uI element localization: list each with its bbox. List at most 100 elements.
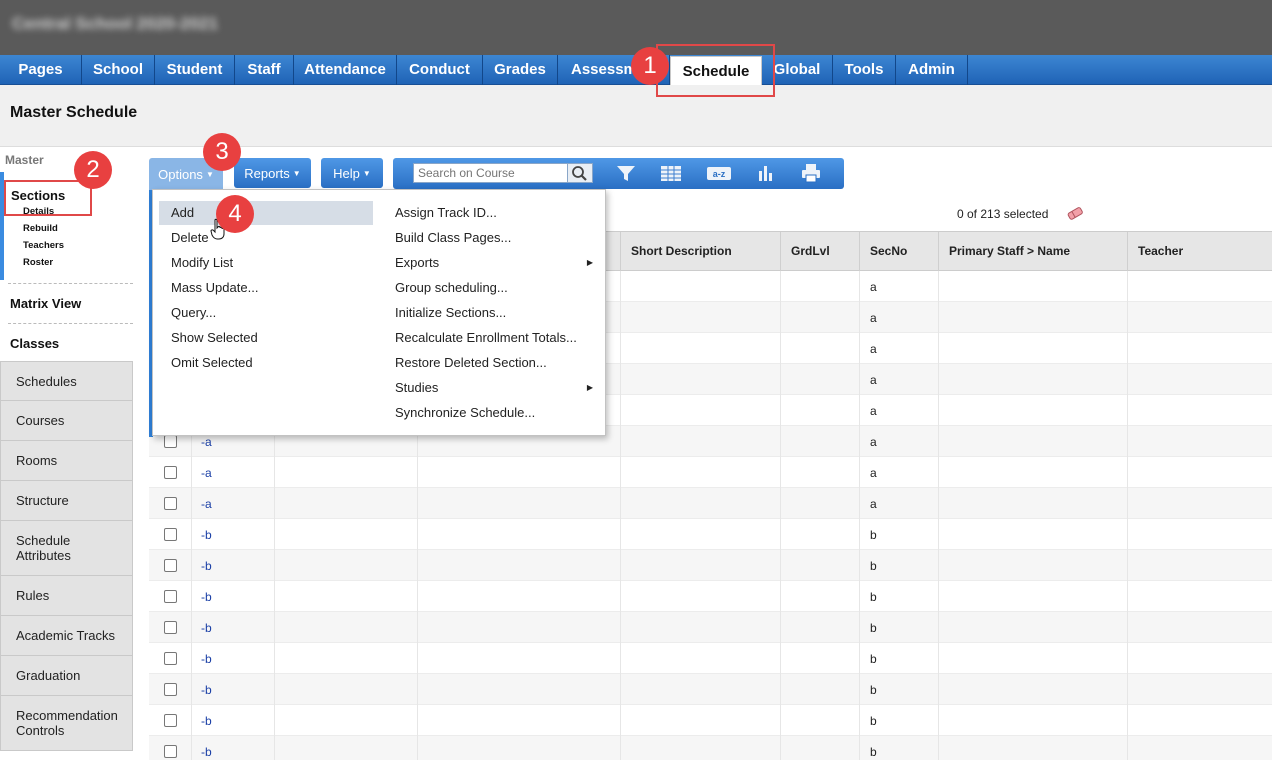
sidebar-tab-academic-tracks[interactable]: Academic Tracks bbox=[0, 616, 133, 656]
menu-item-modify-list[interactable]: Modify List bbox=[159, 251, 373, 275]
row-section-link[interactable]: -b bbox=[201, 652, 212, 666]
menu-item-group-scheduling[interactable]: Group scheduling... bbox=[383, 276, 603, 300]
row-checkbox[interactable] bbox=[164, 528, 177, 541]
menu-item-build-class-pages[interactable]: Build Class Pages... bbox=[383, 226, 603, 250]
sidebar-subitem-teachers[interactable]: Teachers bbox=[23, 240, 64, 251]
row-section-link[interactable]: -b bbox=[201, 745, 212, 759]
column-header-primary-staff[interactable]: Primary Staff > Name bbox=[938, 232, 1127, 271]
nav-tab-pages[interactable]: Pages bbox=[0, 55, 82, 85]
row-section-link[interactable]: -b bbox=[201, 621, 212, 635]
table-row[interactable]: -b b bbox=[149, 674, 1272, 705]
sidebar-subitem-rebuild[interactable]: Rebuild bbox=[23, 223, 58, 234]
table-row[interactable]: -b b bbox=[149, 705, 1272, 736]
table-row[interactable]: -b b bbox=[149, 612, 1272, 643]
table-cell bbox=[859, 705, 860, 736]
column-header-teacher[interactable]: Teacher bbox=[1127, 232, 1272, 271]
sidebar-tab-schedules[interactable]: Schedules bbox=[0, 361, 133, 401]
table-row[interactable]: -b b bbox=[149, 581, 1272, 612]
nav-tab-attendance[interactable]: Attendance bbox=[294, 55, 397, 85]
reports-button[interactable]: Reports ▼ bbox=[234, 158, 311, 188]
nav-tab-conduct[interactable]: Conduct bbox=[397, 55, 483, 85]
row-checkbox[interactable] bbox=[164, 559, 177, 572]
search-icon[interactable] bbox=[568, 163, 593, 183]
menu-item-mass-update[interactable]: Mass Update... bbox=[159, 276, 373, 300]
nav-tab-school[interactable]: School bbox=[82, 55, 155, 85]
sidebar-divider bbox=[8, 323, 133, 324]
row-checkbox[interactable] bbox=[164, 435, 177, 448]
row-checkbox[interactable] bbox=[164, 590, 177, 603]
table-cell bbox=[780, 705, 781, 736]
table-cell bbox=[274, 457, 275, 488]
menu-item-assign-track-id[interactable]: Assign Track ID... bbox=[383, 201, 603, 225]
nav-tab-admin[interactable]: Admin bbox=[896, 55, 968, 85]
row-checkbox[interactable] bbox=[164, 652, 177, 665]
table-row[interactable]: -b b bbox=[149, 519, 1272, 550]
nav-tab-staff[interactable]: Staff bbox=[235, 55, 294, 85]
sidebar-tab-schedule-attributes[interactable]: Schedule Attributes bbox=[0, 521, 133, 576]
table-cell bbox=[1127, 457, 1128, 488]
grid-icon[interactable] bbox=[659, 162, 683, 184]
menu-item-restore-deleted-section[interactable]: Restore Deleted Section... bbox=[383, 351, 603, 375]
sidebar-tab-graduation[interactable]: Graduation bbox=[0, 656, 133, 696]
menu-item-exports[interactable]: Exports ▶ bbox=[383, 251, 603, 275]
table-cell bbox=[938, 302, 939, 333]
menu-item-recalculate-enrollment-totals[interactable]: Recalculate Enrollment Totals... bbox=[383, 326, 603, 350]
menu-item-delete[interactable]: Delete bbox=[159, 226, 373, 250]
nav-tab-tools[interactable]: Tools bbox=[833, 55, 896, 85]
table-row[interactable]: -b b bbox=[149, 550, 1272, 581]
column-header-grdlvl[interactable]: GrdLvl bbox=[780, 232, 859, 271]
filter-icon[interactable] bbox=[614, 162, 638, 184]
search-input[interactable] bbox=[413, 163, 568, 183]
print-icon[interactable] bbox=[799, 162, 823, 184]
column-header-secno[interactable]: SecNo bbox=[859, 232, 938, 271]
help-button[interactable]: Help ▼ bbox=[321, 158, 383, 188]
menu-item-omit-selected[interactable]: Omit Selected bbox=[159, 351, 373, 375]
menu-item-add[interactable]: Add bbox=[159, 201, 373, 225]
table-cell bbox=[938, 581, 939, 612]
nav-tab-grades[interactable]: Grades bbox=[483, 55, 558, 85]
sidebar-tab-rules[interactable]: Rules bbox=[0, 576, 133, 616]
sidebar-subitem-roster[interactable]: Roster bbox=[23, 257, 53, 268]
row-section-link[interactable]: -b bbox=[201, 559, 212, 573]
sidebar-tab-structure[interactable]: Structure bbox=[0, 481, 133, 521]
table-row[interactable]: -a a bbox=[149, 457, 1272, 488]
table-cell bbox=[274, 519, 275, 550]
menu-item-studies[interactable]: Studies ▶ bbox=[383, 376, 603, 400]
row-section-link[interactable]: -b bbox=[201, 714, 212, 728]
chart-icon[interactable] bbox=[754, 162, 778, 184]
row-checkbox[interactable] bbox=[164, 497, 177, 510]
sidebar-tab-recommendation-controls[interactable]: Recommendation Controls bbox=[0, 696, 133, 751]
row-section-link[interactable]: -b bbox=[201, 683, 212, 697]
table-row[interactable]: -b b bbox=[149, 643, 1272, 674]
menu-item-query[interactable]: Query... bbox=[159, 301, 373, 325]
row-section-link[interactable]: -a bbox=[201, 497, 212, 511]
row-section-link[interactable]: -b bbox=[201, 590, 212, 604]
menu-item-exports-label: Exports bbox=[395, 255, 440, 270]
sidebar-item-matrix-view[interactable]: Matrix View bbox=[10, 296, 81, 311]
sidebar-item-classes[interactable]: Classes bbox=[10, 336, 59, 351]
sidebar-tab-courses[interactable]: Courses bbox=[0, 401, 133, 441]
row-checkbox[interactable] bbox=[164, 621, 177, 634]
table-cell bbox=[859, 519, 860, 550]
table-cell bbox=[859, 426, 860, 457]
column-header-short-description[interactable]: Short Description bbox=[620, 232, 780, 271]
menu-item-show-selected[interactable]: Show Selected bbox=[159, 326, 373, 350]
row-checkbox[interactable] bbox=[164, 745, 177, 758]
row-section-link[interactable]: -a bbox=[201, 466, 212, 480]
eraser-icon[interactable] bbox=[1066, 206, 1084, 220]
row-section-link[interactable]: -a bbox=[201, 435, 212, 449]
row-checkbox[interactable] bbox=[164, 466, 177, 479]
row-secno: a bbox=[870, 311, 877, 325]
row-checkbox[interactable] bbox=[164, 683, 177, 696]
menu-item-synchronize-schedule[interactable]: Synchronize Schedule... bbox=[383, 401, 603, 425]
row-checkbox[interactable] bbox=[164, 714, 177, 727]
row-section-link[interactable]: -b bbox=[201, 528, 212, 542]
sidebar-tab-rooms[interactable]: Rooms bbox=[0, 441, 133, 481]
table-cell bbox=[620, 550, 621, 581]
table-row[interactable]: -a a bbox=[149, 488, 1272, 519]
sort-az-icon[interactable]: a-z bbox=[706, 162, 731, 184]
table-cell bbox=[1127, 271, 1128, 302]
menu-item-initialize-sections[interactable]: Initialize Sections... bbox=[383, 301, 603, 325]
table-row[interactable]: -b b bbox=[149, 736, 1272, 760]
nav-tab-student[interactable]: Student bbox=[155, 55, 235, 85]
